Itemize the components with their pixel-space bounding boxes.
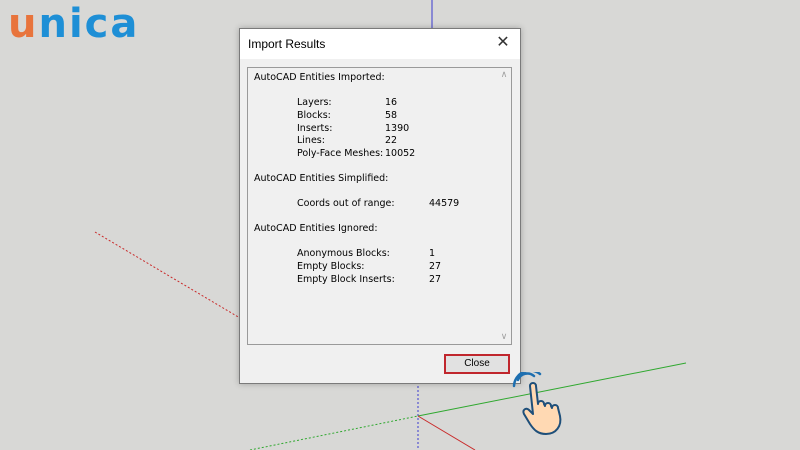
dialog-title: Import Results xyxy=(248,37,326,51)
row-value: 27 xyxy=(429,274,442,285)
row-label: Coords out of range: xyxy=(297,198,395,209)
unica-logo: unica xyxy=(8,1,140,47)
row-value: 1 xyxy=(429,248,436,259)
import-results-dialog: Import Results ✕ AutoCAD Entities Import… xyxy=(239,28,521,384)
chevron-down-icon[interactable]: ∨ xyxy=(497,330,511,344)
row-label: Blocks: xyxy=(297,110,331,121)
red-axis xyxy=(417,415,476,450)
green-axis-dotted xyxy=(249,415,419,450)
row-label: Layers: xyxy=(297,97,332,108)
vertical-scrollbar[interactable]: ∧ ∨ xyxy=(497,68,511,344)
close-button[interactable]: Close xyxy=(444,354,510,374)
row-label: Empty Blocks: xyxy=(297,261,365,272)
red-axis-dotted xyxy=(94,231,241,319)
results-textbox[interactable]: AutoCAD Entities Imported: Layers: 16 Bl… xyxy=(247,67,512,345)
row-value: 16 xyxy=(385,97,398,108)
row-value: 44579 xyxy=(429,198,460,209)
row-label: Lines: xyxy=(297,135,325,146)
section-imported-title: AutoCAD Entities Imported: xyxy=(254,72,385,83)
row-value: 58 xyxy=(385,110,398,121)
row-value: 1390 xyxy=(385,123,410,134)
dialog-titlebar: Import Results ✕ xyxy=(240,29,520,59)
row-value: 27 xyxy=(429,261,442,272)
row-label: Anonymous Blocks: xyxy=(297,248,390,259)
chevron-up-icon[interactable]: ∧ xyxy=(497,68,511,82)
row-label: Empty Block Inserts: xyxy=(297,274,395,285)
row-label: Poly-Face Meshes: xyxy=(297,148,384,159)
close-icon[interactable]: ✕ xyxy=(494,34,512,52)
pointing-hand-icon xyxy=(512,372,562,435)
row-value: 10052 xyxy=(385,148,416,159)
row-label: Inserts: xyxy=(297,123,333,134)
section-simplified-title: AutoCAD Entities Simplified: xyxy=(254,173,389,184)
section-ignored-title: AutoCAD Entities Ignored: xyxy=(254,223,378,234)
row-value: 22 xyxy=(385,135,398,146)
